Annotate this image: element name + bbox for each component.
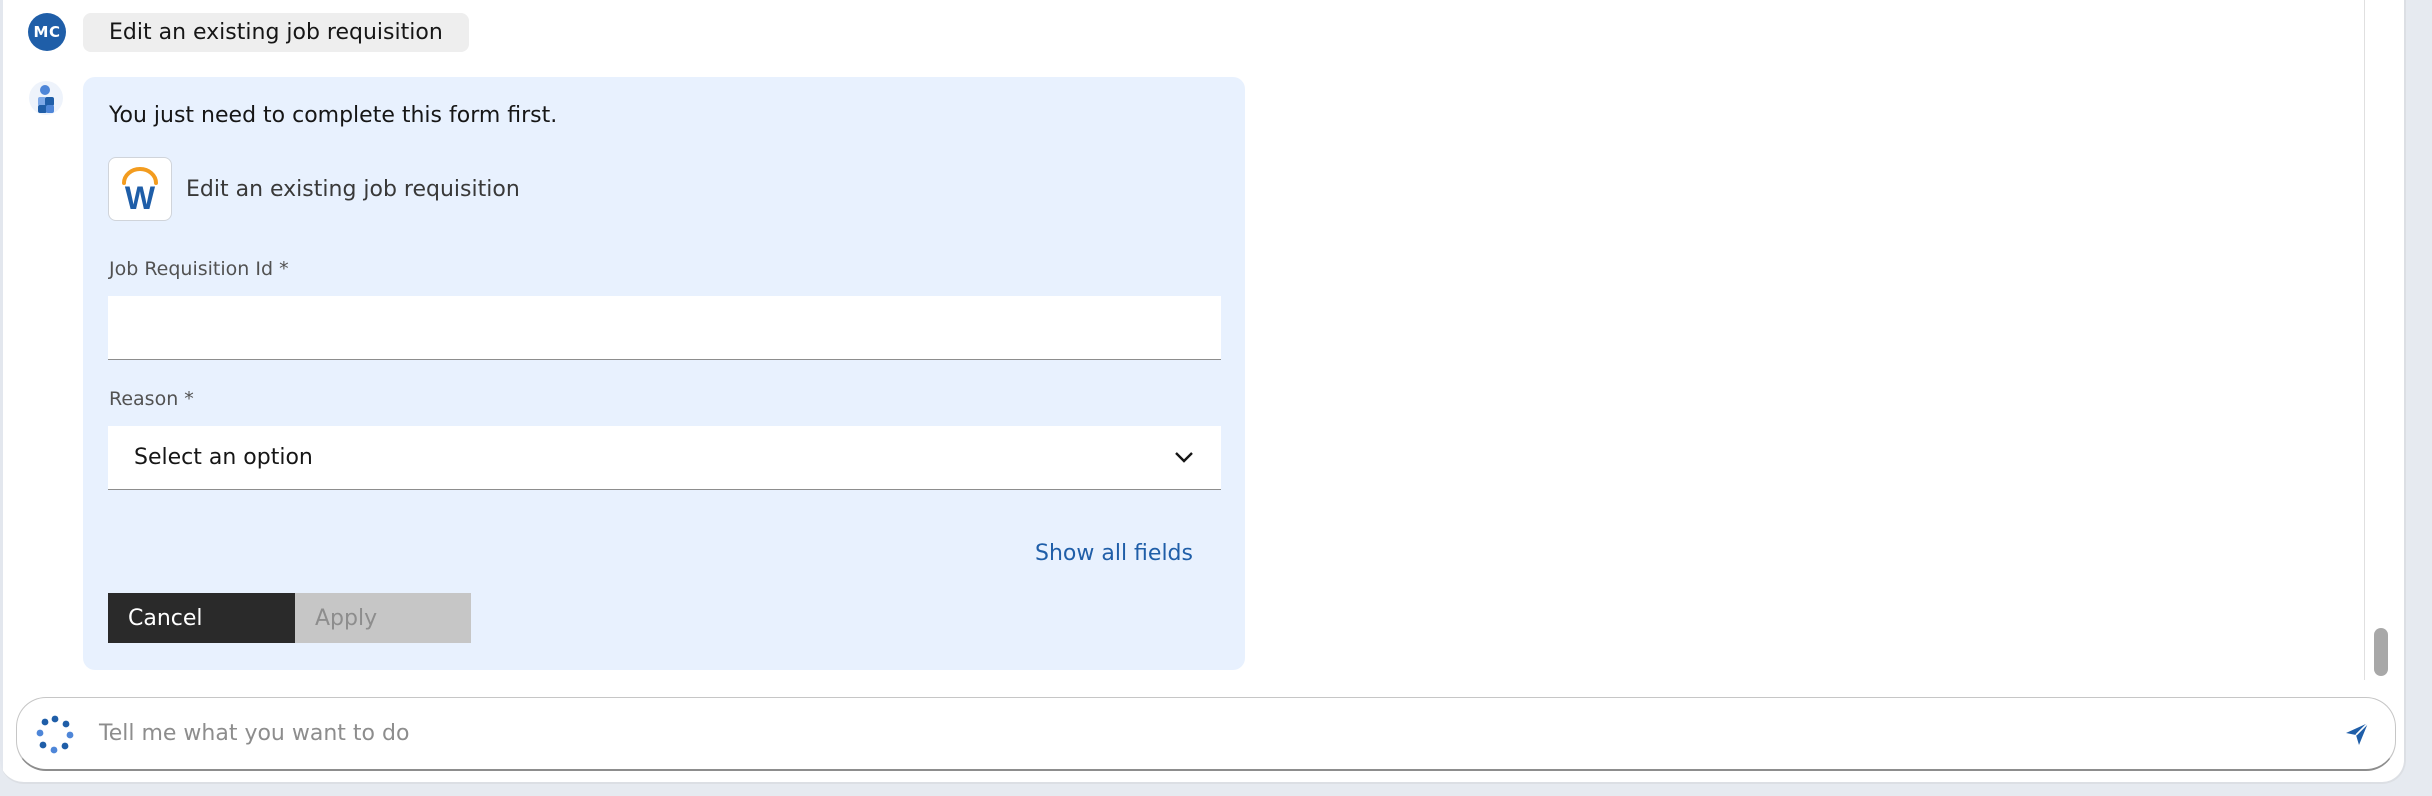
- user-message-bubble: Edit an existing job requisition: [83, 13, 469, 52]
- card-intro-text: You just need to complete this form firs…: [109, 103, 558, 128]
- reason-label: Reason *: [109, 388, 194, 410]
- chat-window: MC Edit an existing job requisition You …: [0, 0, 2406, 784]
- message-composer[interactable]: Tell me what you want to do: [16, 697, 2396, 771]
- composer-input[interactable]: Tell me what you want to do: [99, 721, 2343, 746]
- workday-logo-icon: W: [108, 157, 172, 221]
- app-name: Edit an existing job requisition: [186, 176, 520, 202]
- user-avatar: MC: [28, 13, 66, 51]
- user-message-text: Edit an existing job requisition: [109, 20, 443, 45]
- reason-select-value: Select an option: [134, 445, 313, 470]
- cancel-button[interactable]: Cancel: [108, 593, 295, 643]
- show-all-fields-link[interactable]: Show all fields: [1035, 541, 1193, 566]
- form-card: You just need to complete this form firs…: [83, 77, 1245, 670]
- app-header: W Edit an existing job requisition: [108, 157, 520, 221]
- assistant-avatar-icon: [28, 78, 64, 118]
- scrollbar-track[interactable]: [2364, 0, 2378, 680]
- job-requisition-id-label: Job Requisition Id *: [109, 258, 289, 280]
- reason-select[interactable]: Select an option: [108, 426, 1221, 490]
- job-requisition-id-input[interactable]: [108, 296, 1221, 360]
- scrollbar-thumb[interactable]: [2374, 628, 2388, 676]
- spinner-dots-icon: [35, 714, 75, 754]
- send-icon[interactable]: [2343, 720, 2371, 748]
- apply-button[interactable]: Apply: [295, 593, 471, 643]
- window-edge: [0, 0, 3, 782]
- chevron-down-icon: [1173, 445, 1195, 470]
- svg-text:W: W: [125, 180, 156, 213]
